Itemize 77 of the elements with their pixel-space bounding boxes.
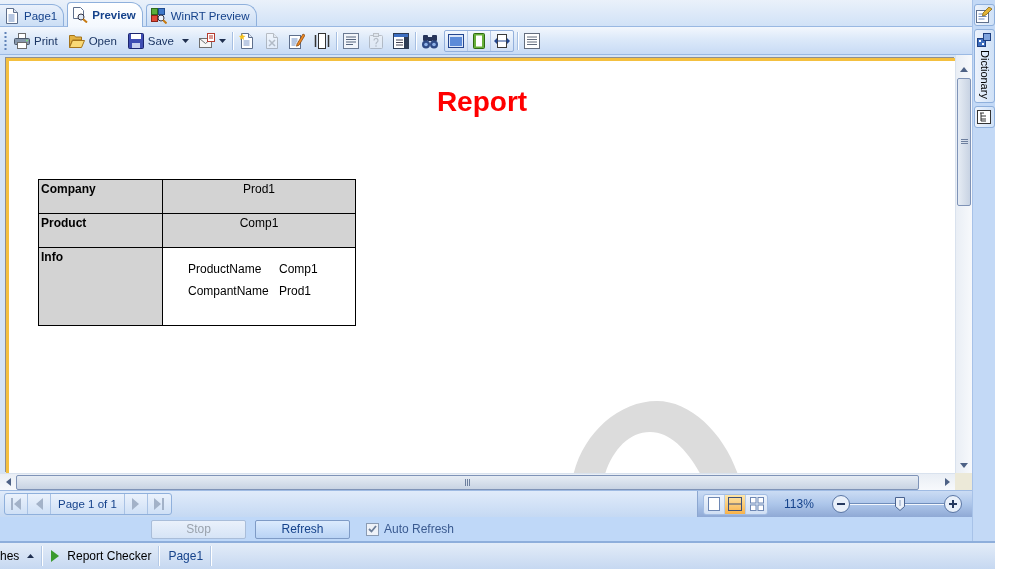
fit-width-icon bbox=[494, 32, 510, 49]
new-page-icon bbox=[239, 32, 255, 49]
grip-icon bbox=[464, 478, 471, 486]
page-magnifier-icon bbox=[72, 7, 89, 23]
two-pages-icon bbox=[728, 497, 742, 511]
auto-refresh-label: Auto Refresh bbox=[384, 522, 455, 536]
vertical-scrollbar[interactable] bbox=[955, 55, 972, 473]
label-cell: Company bbox=[38, 179, 163, 214]
window-view-button[interactable] bbox=[445, 30, 468, 51]
status-dropdown[interactable]: hes bbox=[0, 545, 43, 567]
page-size-icon bbox=[314, 32, 330, 49]
field-name: ProductName bbox=[188, 261, 262, 277]
dictionary-tab[interactable]: Dictionary bbox=[973, 29, 995, 103]
caret-up-icon bbox=[27, 554, 35, 558]
document-tab[interactable]: WinRT Preview bbox=[145, 4, 257, 26]
document-tab[interactable]: Preview bbox=[67, 2, 143, 27]
field-value: Prod1 bbox=[279, 283, 312, 299]
page-counter: Page 1 of 1 bbox=[51, 494, 125, 514]
print-button[interactable]: Print bbox=[10, 29, 62, 52]
save-button[interactable]: Save bbox=[123, 29, 193, 52]
blocks-icon bbox=[977, 33, 991, 47]
plus-circle-icon bbox=[943, 495, 962, 513]
caret-down-icon bbox=[219, 38, 226, 43]
page-lines-icon bbox=[343, 32, 359, 49]
tree-icon bbox=[977, 109, 991, 124]
report-checker-button[interactable]: Report Checker bbox=[43, 545, 160, 567]
page-link[interactable]: Page1 bbox=[160, 545, 212, 567]
printer-icon bbox=[14, 32, 30, 49]
report-tree-button[interactable] bbox=[973, 105, 995, 128]
properties-button[interactable] bbox=[973, 4, 995, 26]
zoom-slider-thumb[interactable] bbox=[894, 497, 905, 511]
document-tab[interactable]: Page1 bbox=[0, 4, 65, 26]
value-cell: Comp1 bbox=[162, 213, 356, 248]
skip-forward-icon bbox=[154, 498, 165, 510]
four-pages-icon bbox=[749, 497, 764, 511]
triangle-left-icon bbox=[5, 478, 11, 486]
checkmark-icon bbox=[368, 525, 377, 533]
grid-magnifier-icon bbox=[150, 7, 167, 24]
prev-icon bbox=[35, 498, 43, 510]
minus-circle-icon bbox=[831, 495, 850, 513]
two-page-view-button[interactable] bbox=[725, 494, 746, 514]
zoom-in-button[interactable] bbox=[943, 495, 962, 513]
folder-icon bbox=[68, 32, 85, 49]
framed-page-icon bbox=[471, 32, 487, 49]
single-page-icon bbox=[708, 497, 720, 511]
skip-back-icon bbox=[11, 498, 21, 510]
value-cell: Prod1 bbox=[162, 179, 356, 214]
page-pencil-icon bbox=[976, 7, 992, 23]
list-icon bbox=[524, 32, 540, 49]
field-name: CompantName bbox=[188, 283, 269, 299]
scroll-thumb[interactable] bbox=[957, 78, 971, 206]
label-cell: Info bbox=[38, 247, 163, 326]
clipboard-icon bbox=[368, 32, 384, 49]
field-value: Comp1 bbox=[279, 261, 318, 277]
grip-icon bbox=[4, 31, 7, 50]
grip-icon bbox=[960, 139, 968, 145]
open-button[interactable]: Open bbox=[64, 29, 121, 52]
envelope-icon bbox=[199, 32, 215, 49]
auto-refresh-checkbox[interactable] bbox=[366, 522, 379, 536]
binoculars-icon bbox=[422, 32, 438, 49]
delete-page-icon bbox=[264, 32, 280, 49]
play-icon bbox=[51, 550, 60, 562]
triangle-down-icon bbox=[960, 462, 968, 468]
refresh-button[interactable]: Refresh bbox=[255, 519, 350, 539]
scrollbar-corner bbox=[955, 473, 972, 490]
triangle-right-icon bbox=[944, 478, 950, 486]
columns-icon bbox=[393, 32, 409, 49]
next-icon bbox=[132, 498, 140, 510]
caret-down-icon bbox=[182, 38, 189, 43]
label-cell: Product bbox=[38, 213, 163, 248]
page-pencil-icon bbox=[289, 32, 305, 49]
triangle-up-icon bbox=[960, 66, 968, 72]
page-icon bbox=[4, 7, 20, 24]
zoom-out-button[interactable] bbox=[831, 495, 850, 513]
report-title: Report bbox=[436, 86, 528, 118]
window-icon bbox=[448, 32, 464, 49]
zoom-percent: 113% bbox=[784, 497, 814, 511]
